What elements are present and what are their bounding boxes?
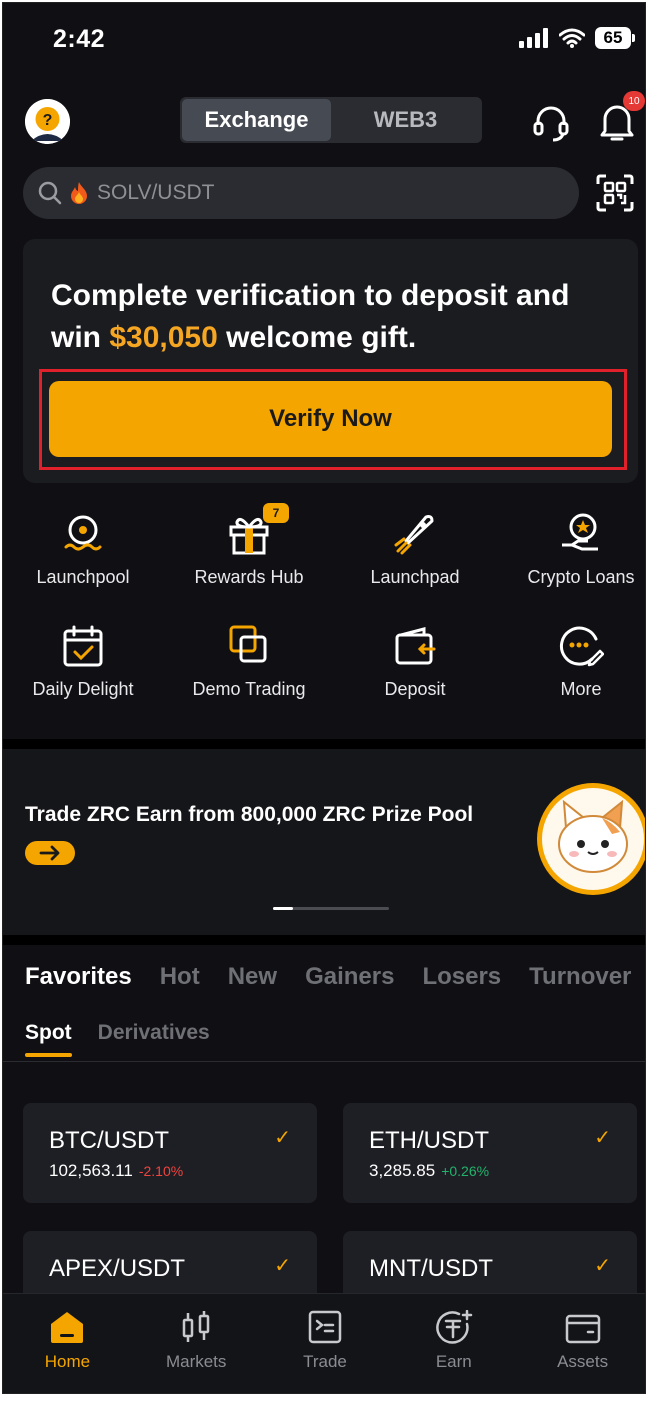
tab-exchange[interactable]: Exchange [182,99,331,141]
more-icon [559,626,604,667]
notification-badge: 10 [623,91,645,111]
nav-markets[interactable]: Markets [132,1294,261,1393]
coin-card-eth[interactable]: ETH/USDT 3,285.85 +0.26% ✓ [343,1103,637,1203]
svg-text:?: ? [43,112,53,129]
shortcut-label: Launchpad [370,567,460,587]
check-icon[interactable]: ✓ [594,1253,611,1278]
loan-icon [562,513,598,551]
nav-home[interactable]: Home [3,1294,132,1393]
shortcut-crypto-loans[interactable]: Crypto Loans [501,511,645,588]
shortcut-label: Rewards Hub [194,567,304,587]
check-icon[interactable]: ✓ [594,1125,611,1150]
coin-price-row: 102,563.11 -2.10% [49,1161,183,1181]
carousel-dot-active [273,907,293,910]
exchange-web3-switch: Exchange WEB3 [180,97,482,143]
carousel-indicator [273,907,389,910]
shortcut-label: Deposit [384,679,446,699]
arrow-right-icon [39,845,60,861]
tab-spot[interactable]: Spot [25,1021,72,1057]
demo-trading-icon [229,625,267,663]
promo-title: Complete verification to deposit and win… [51,275,621,359]
search-icon [38,181,62,205]
tab-derivatives[interactable]: Derivatives [98,1021,210,1045]
shortcut-label: Daily Delight [32,679,134,699]
status-icons: 65 [519,27,635,49]
tab-favorites[interactable]: Favorites [25,963,132,991]
coin-pair: APEX/USDT [49,1255,186,1282]
nav-label: Assets [557,1352,609,1371]
promo-banner[interactable]: Trade ZRC Earn from 800,000 ZRC Prize Po… [3,749,645,935]
tab-hot[interactable]: Hot [160,963,200,991]
candlestick-icon [182,1311,210,1342]
section-divider [3,739,645,749]
wallet-icon [565,1314,600,1344]
signal-icon [519,28,548,48]
coin-card-btc[interactable]: BTC/USDT 102,563.11 -2.10% ✓ [23,1103,317,1203]
status-time: 2:42 [53,25,106,53]
coin-change: -2.10% [138,1163,184,1179]
shortcut-rewards-hub[interactable]: 7 Rewards Hub [169,503,329,588]
bottom-nav: Home Markets Trade Earn Assets [3,1293,645,1393]
shortcut-launchpool[interactable]: Launchpool [3,511,163,588]
cat-mascot-image [537,783,645,895]
nav-label: Earn [435,1352,472,1371]
shortcut-launchpad[interactable]: Launchpad [335,511,495,588]
nav-label: Markets [165,1352,227,1371]
coin-price: 3,285.85 [369,1161,436,1180]
launchpool-icon [64,515,102,551]
coin-pair: BTC/USDT [49,1127,169,1154]
promo-title-suffix: welcome gift. [217,321,417,354]
sub-tabs: Spot Derivatives [25,1021,210,1057]
shortcut-label: Demo Trading [192,679,306,699]
section-divider [3,935,645,945]
nav-earn[interactable]: Earn [389,1294,518,1393]
tab-losers[interactable]: Losers [422,963,501,991]
earn-icon [435,1310,473,1344]
coin-price-row: 3,285.85 +0.26% [369,1161,489,1181]
check-icon[interactable]: ✓ [274,1253,291,1278]
coin-pair: MNT/USDT [369,1255,493,1282]
trade-icon [308,1310,342,1344]
support-headset-icon[interactable] [531,103,571,143]
tab-new[interactable]: New [228,963,277,991]
shortcut-daily-delight[interactable]: Daily Delight [3,623,163,700]
coin-change: +0.26% [441,1163,490,1179]
shortcut-more[interactable]: More [501,623,645,700]
tab-divider [3,1061,645,1062]
shortcut-label: More [560,679,602,699]
banner-title: Trade ZRC Earn from 800,000 ZRC Prize Po… [25,803,474,826]
avatar[interactable]: ? [25,99,70,144]
nav-trade[interactable]: Trade [261,1294,390,1393]
tab-web3[interactable]: WEB3 [331,99,480,141]
nav-label: Home [44,1352,91,1371]
rewards-badge: 7 [263,503,289,523]
wallet-deposit-icon [395,627,436,665]
nav-label: Trade [303,1352,347,1371]
shortcut-demo-trading[interactable]: Demo Trading [169,623,329,700]
shortcut-deposit[interactable]: Deposit [335,623,495,700]
fire-icon [71,182,87,204]
search-bar[interactable]: SOLV/USDT [23,167,579,219]
shortcut-label: Launchpool [36,567,130,587]
search-placeholder: SOLV/USDT [97,181,215,204]
nav-assets[interactable]: Assets [518,1294,645,1393]
app-screen: 2:42 65 ? Exchange WEB3 10 SOLV/USDT Com… [2,2,646,1394]
tab-turnover[interactable]: Turnover [529,963,631,991]
rocket-icon [394,515,434,555]
market-tabs: Favorites Hot New Gainers Losers Turnove… [25,963,631,991]
qr-scan-icon[interactable] [595,173,635,213]
shortcut-label: Crypto Loans [527,567,635,587]
check-icon[interactable]: ✓ [274,1125,291,1150]
battery-indicator: 65 [595,27,635,49]
verify-now-button[interactable]: Verify Now [49,381,612,457]
coin-pair: ETH/USDT [369,1127,489,1154]
banner-arrow-button[interactable] [25,841,75,865]
home-icon [51,1312,84,1343]
tab-gainers[interactable]: Gainers [305,963,394,991]
promo-gift-amount: $30,050 [109,321,218,354]
wifi-icon [559,28,585,48]
verification-promo-card: Complete verification to deposit and win… [23,239,638,483]
coin-price: 102,563.11 [49,1161,133,1180]
calendar-icon [63,625,103,667]
